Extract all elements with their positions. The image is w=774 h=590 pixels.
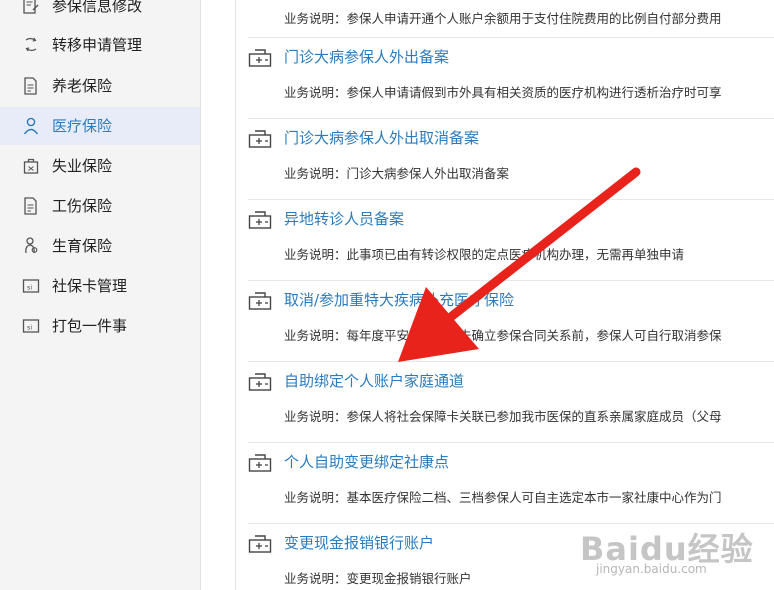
service-title-link[interactable]: 取消/参加重特大疾病补充医疗保险 [284, 289, 514, 311]
service-item: 门诊大病参保人外出取消备案 业务说明：门诊大病参保人外出取消备案 [248, 118, 774, 199]
service-item: 取消/参加重特大疾病补充医疗保险 业务说明：每年度平安重疾保险未确立参保合同关系… [248, 280, 774, 361]
doc-icon [24, 77, 37, 95]
service-printer-icon[interactable] [248, 129, 272, 149]
divider [248, 361, 774, 362]
doc-icon [24, 197, 37, 215]
sidebar-item-label: 社保卡管理 [52, 277, 128, 295]
divider [248, 442, 774, 443]
divider [248, 199, 774, 200]
service-printer-icon[interactable] [248, 453, 272, 473]
service-title-link[interactable]: 异地转诊人员备案 [284, 208, 404, 230]
service-title-link[interactable]: 门诊大病参保人外出备案 [284, 46, 449, 68]
sidebar-item-maternity[interactable]: 生育保险 [0, 227, 200, 265]
baby-icon [25, 237, 38, 254]
sidebar-item-label: 失业保险 [52, 157, 113, 175]
service-printer-icon[interactable] [248, 291, 272, 311]
service-item: 门诊大病参保人外出备案 业务说明：参保人申请请假到市外具有相关资质的医疗机构进行… [248, 37, 774, 118]
service-description: 业务说明：参保人申请请假到市外具有相关资质的医疗机构进行透析治疗时可享 [284, 85, 722, 100]
sidebar: 参保信息修改 转移申请管理 养老保险 医疗保险 失业保险 工伤保险 生育保险 s… [0, 0, 201, 590]
service-description: 业务说明：变更现金报销银行账户 [284, 571, 472, 586]
sidebar-item-label: 养老保险 [52, 77, 113, 95]
sidebar-item-transfer[interactable]: 转移申请管理 [0, 26, 200, 64]
service-description: 业务说明：参保人申请开通个人账户余额用于支付住院费用的比例自付部分费用 [284, 11, 722, 26]
service-printer-icon[interactable] [248, 534, 272, 554]
sidebar-item-bundle[interactable]: si 打包一件事 [0, 307, 200, 345]
svg-text:si: si [27, 324, 32, 332]
sidebar-item-unemployment[interactable]: 失业保险 [0, 147, 200, 185]
service-printer-icon[interactable] [248, 48, 272, 68]
service-description: 业务说明：每年度平安重疾保险未确立参保合同关系前，参保人可自行取消参保 [284, 328, 722, 343]
sidebar-item-label: 生育保险 [52, 237, 113, 255]
sidebar-item-label: 转移申请管理 [52, 36, 143, 54]
divider [248, 280, 774, 281]
card-icon: si [22, 319, 40, 333]
watermark: Baidu经验 jingyan.baidu.com [578, 524, 768, 582]
edit-doc-icon [23, 0, 39, 14]
service-description: 业务说明：门诊大病参保人外出取消备案 [284, 166, 510, 181]
transfer-icon [25, 37, 37, 52]
service-description: 业务说明：基本医疗保险二档、三档参保人可自主选定本市一家社康中心作为门 [284, 490, 722, 505]
service-printer-icon[interactable] [248, 372, 272, 392]
divider [248, 118, 774, 119]
sidebar-item-medical[interactable]: 医疗保险 [0, 107, 200, 145]
briefcase-icon [23, 158, 39, 174]
sidebar-item-social-card[interactable]: si 社保卡管理 [0, 267, 200, 305]
sidebar-item-label: 参保信息修改 [52, 0, 143, 15]
service-list: 业务说明：参保人申请开通个人账户余额用于支付住院费用的比例自付部分费用 门诊大病… [235, 0, 774, 590]
service-item: 异地转诊人员备案 业务说明：此事项已由有转诊权限的定点医疗机构办理，无需再单独申… [248, 199, 774, 280]
sidebar-item-info-modify[interactable]: 参保信息修改 [0, 0, 200, 25]
service-description: 业务说明：参保人将社会保障卡关联已参加我市医保的直系亲属家庭成员（父母 [284, 409, 722, 424]
person-icon [23, 117, 39, 135]
service-item: 个人自助变更绑定社康点 业务说明：基本医疗保险二档、三档参保人可自主选定本市一家… [248, 442, 774, 523]
sidebar-item-label: 打包一件事 [52, 317, 128, 335]
sidebar-item-work-injury[interactable]: 工伤保险 [0, 187, 200, 225]
page-root: 参保信息修改 转移申请管理 养老保险 医疗保险 失业保险 工伤保险 生育保险 s… [0, 0, 774, 590]
sidebar-item-pension[interactable]: 养老保险 [0, 67, 200, 105]
service-item: 自助绑定个人账户家庭通道 业务说明：参保人将社会保障卡关联已参加我市医保的直系亲… [248, 361, 774, 442]
card-icon: si [22, 279, 40, 293]
service-description: 业务说明：此事项已由有转诊权限的定点医疗机构办理，无需再单独申请 [284, 247, 685, 262]
service-title-link[interactable]: 个人自助变更绑定社康点 [284, 451, 449, 473]
service-title-link[interactable]: 自助绑定个人账户家庭通道 [284, 370, 464, 392]
service-title-link[interactable]: 变更现金报销银行账户 [284, 532, 434, 554]
service-printer-icon[interactable] [248, 210, 272, 230]
watermark-site: jingyan.baidu.com [596, 562, 707, 576]
divider [248, 37, 774, 38]
svg-text:si: si [27, 284, 32, 292]
service-title-link[interactable]: 门诊大病参保人外出取消备案 [284, 127, 479, 149]
sidebar-item-label: 工伤保险 [52, 197, 113, 215]
sidebar-item-label: 医疗保险 [52, 117, 113, 135]
